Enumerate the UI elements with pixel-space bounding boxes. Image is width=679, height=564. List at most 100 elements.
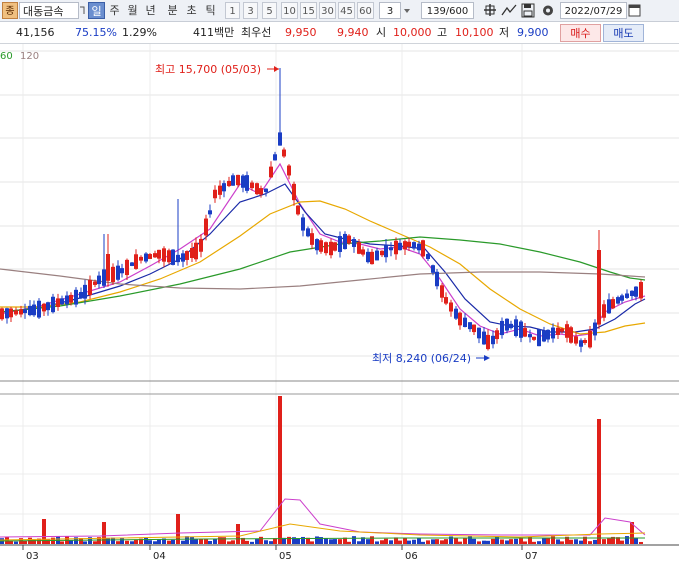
candle-body xyxy=(167,250,171,263)
x-axis-label: 06 xyxy=(405,551,418,562)
candle-body xyxy=(412,242,416,249)
volume-bar xyxy=(287,536,291,544)
volume-bar xyxy=(213,538,217,544)
candle-body xyxy=(148,254,152,259)
interval-15-button[interactable]: 15 xyxy=(300,2,317,19)
count-field[interactable]: 139/600 xyxy=(421,2,474,19)
volume-bar xyxy=(255,538,259,544)
candle-body xyxy=(157,249,161,259)
candle-body xyxy=(384,244,388,258)
period-day-tab[interactable]: 일 xyxy=(88,2,105,19)
candle-body xyxy=(259,188,263,195)
candle-body xyxy=(241,175,245,188)
candle-body xyxy=(634,286,638,297)
volume-bar xyxy=(204,539,208,544)
volume-bar xyxy=(509,539,513,544)
square-icon[interactable]: 종 xyxy=(2,2,18,19)
candle-body xyxy=(171,249,175,265)
stock-name-field[interactable]: 대동금속 xyxy=(19,2,79,19)
interval-3-button[interactable]: 3 xyxy=(243,2,258,19)
candle-body xyxy=(593,322,597,336)
volume-bar xyxy=(574,539,578,544)
candle-body xyxy=(338,236,342,252)
volume-bar xyxy=(454,537,458,544)
candle-body xyxy=(56,298,60,308)
sell-button[interactable]: 매도 xyxy=(603,24,644,42)
volume-bar xyxy=(537,541,541,544)
x-axis: 03 04 05 06 07 xyxy=(22,545,538,562)
period-minute-tab[interactable]: 분 xyxy=(164,2,181,19)
volume-average-lines xyxy=(0,498,646,542)
interval-1-button[interactable]: 1 xyxy=(225,2,240,19)
candle-body xyxy=(597,250,601,325)
volume-bar xyxy=(639,541,643,544)
volume-bar xyxy=(472,538,476,544)
candle-body xyxy=(130,262,134,266)
candle-body xyxy=(42,303,46,312)
volume-bar xyxy=(458,541,462,544)
x-axis-label: 05 xyxy=(279,551,292,562)
interval-dropdown-icon[interactable] xyxy=(401,2,413,19)
candle-body xyxy=(185,251,189,260)
interval-45-button[interactable]: 45 xyxy=(338,2,355,19)
candle-body xyxy=(486,334,490,350)
low-annotation: 최저 8,240 (06/24) xyxy=(372,352,490,365)
volume-bar xyxy=(370,536,374,544)
period-month-tab[interactable]: 월 xyxy=(124,2,141,19)
interval-30-button[interactable]: 30 xyxy=(319,2,336,19)
volume-bar xyxy=(278,396,282,544)
volume-bar xyxy=(69,540,73,544)
volume-bar xyxy=(236,524,240,544)
volume-bar xyxy=(546,537,550,544)
period-second-tab[interactable]: 초 xyxy=(183,2,200,19)
crosshair-icon[interactable] xyxy=(482,2,498,19)
calendar-icon[interactable] xyxy=(628,2,642,19)
stock-search-icon[interactable] xyxy=(79,2,85,19)
candle-body xyxy=(588,330,592,348)
interval-input[interactable]: 3 xyxy=(379,2,401,19)
candle-body xyxy=(602,304,606,318)
chart-grid xyxy=(0,44,679,545)
volume-bar xyxy=(435,539,439,544)
candle-body xyxy=(431,265,435,273)
volume-bar xyxy=(514,538,518,544)
candle-body xyxy=(28,305,32,316)
period-week-tab[interactable]: 주 xyxy=(106,2,123,19)
candle-body xyxy=(218,185,222,195)
ma20-line xyxy=(0,200,646,335)
candle-body xyxy=(532,336,536,340)
candle-body xyxy=(472,324,476,333)
candle-body xyxy=(65,295,69,305)
candle-body xyxy=(505,318,509,331)
candle-body xyxy=(194,242,198,260)
line-tool-icon[interactable] xyxy=(500,2,518,19)
volume-bar xyxy=(620,540,624,544)
save-icon[interactable] xyxy=(520,2,536,19)
candle-body xyxy=(23,309,27,314)
period-tick-tab[interactable]: 틱 xyxy=(202,2,219,19)
high-value: 10,100 xyxy=(455,26,494,39)
volume-bar xyxy=(482,540,486,544)
date-field[interactable]: 2022/07/29 xyxy=(560,2,627,19)
candle-body xyxy=(5,308,9,319)
x-axis-label: 04 xyxy=(153,551,166,562)
gear-icon[interactable] xyxy=(540,2,556,19)
volume-ma5-line xyxy=(0,498,646,538)
interval-5-button[interactable]: 5 xyxy=(262,2,277,19)
interval-10-button[interactable]: 10 xyxy=(281,2,298,19)
candle-body xyxy=(231,175,235,186)
high-annotation: 최고 15,700 (05/03) xyxy=(155,63,279,76)
candle-body xyxy=(509,323,513,329)
stock-chart[interactable]: 60 120 최고 15,700 (05/03) 최저 8,240 (06/24… xyxy=(0,44,679,564)
candle-body xyxy=(514,319,518,337)
volume-bar xyxy=(444,539,448,544)
candle-body xyxy=(444,297,448,304)
trade-amount: 411백만 xyxy=(193,26,235,39)
buy-button[interactable]: 매수 xyxy=(560,24,601,42)
candle-body xyxy=(93,281,97,285)
period-year-tab[interactable]: 년 xyxy=(142,2,159,19)
candle-body xyxy=(333,242,337,251)
interval-60-button[interactable]: 60 xyxy=(357,2,374,19)
volume-bar xyxy=(144,537,148,544)
candle-body xyxy=(426,253,430,260)
